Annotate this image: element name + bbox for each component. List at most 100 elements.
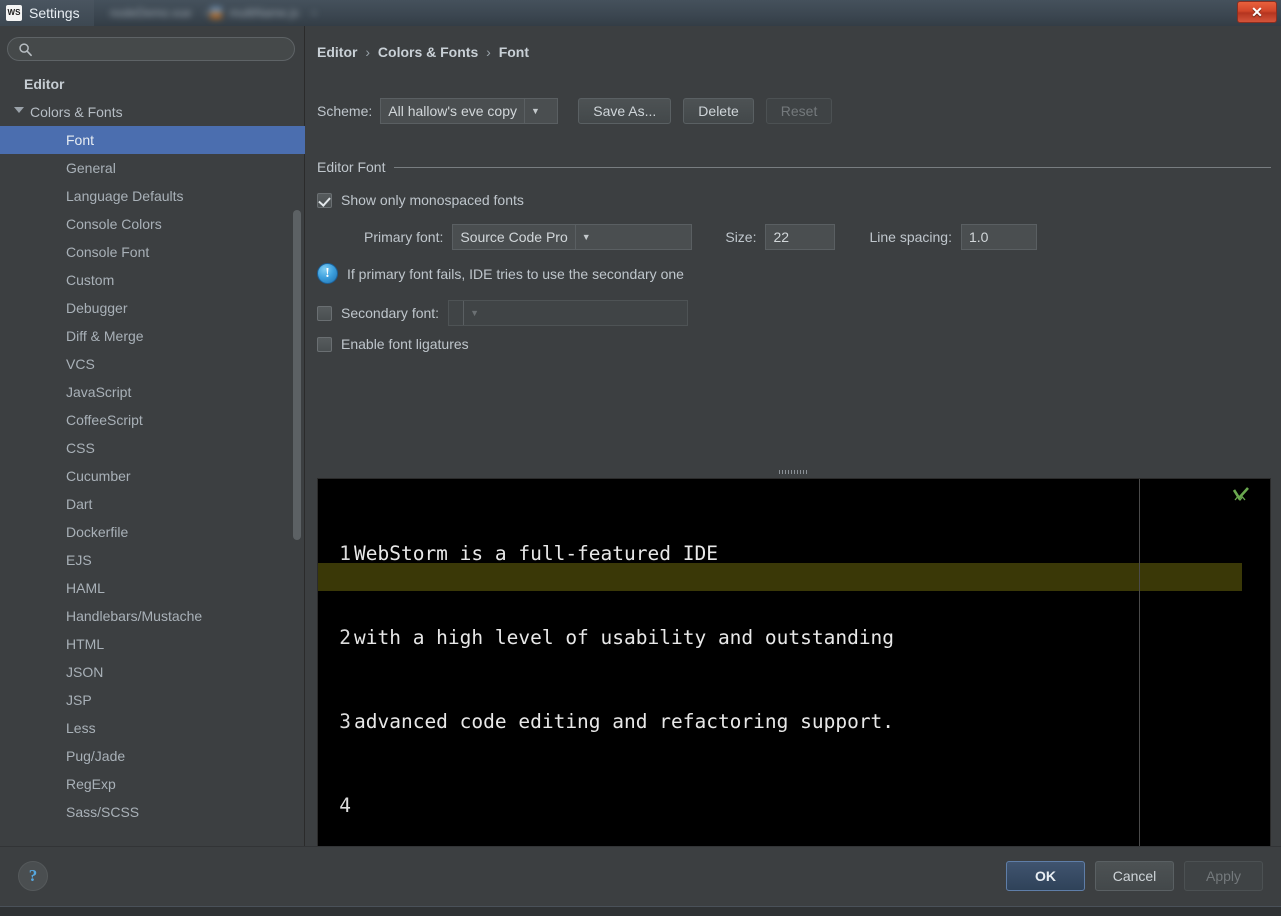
- line-spacing-label: Line spacing:: [869, 229, 952, 245]
- sidebar-item-label: Console Font: [66, 244, 150, 260]
- sidebar-item-handlebars-mustache[interactable]: Handlebars/Mustache: [0, 602, 305, 630]
- reset-button: Reset: [765, 98, 833, 124]
- sidebar-item-colors-and-fonts[interactable]: Colors & Fonts: [0, 98, 305, 126]
- search-input[interactable]: [38, 38, 288, 60]
- scheme-combobox[interactable]: All hallow's eve copy ▼: [380, 98, 559, 124]
- sidebar-item-dockerfile[interactable]: Dockerfile: [0, 518, 305, 546]
- dialog-body: Editor Colors & Fonts Font General Langu…: [0, 26, 1281, 851]
- sidebar-item-vcs[interactable]: VCS: [0, 350, 305, 378]
- close-window-button[interactable]: ✕: [1237, 1, 1277, 23]
- chevron-down-icon: ▼: [463, 301, 486, 325]
- sidebar-item-editor[interactable]: Editor: [0, 70, 305, 98]
- primary-font-value: Source Code Pro: [460, 229, 568, 245]
- sidebar-item-diff-and-merge[interactable]: Diff & Merge: [0, 322, 305, 350]
- primary-font-label: Primary font:: [364, 229, 444, 245]
- line-number: 2: [339, 626, 351, 649]
- green-check-icon[interactable]: [1232, 487, 1250, 503]
- preview-code: 1 WebStorm is a full-featured IDE 2 with…: [318, 484, 1270, 850]
- secondary-font-hint-row: ! If primary font fails, IDE tries to us…: [317, 263, 684, 284]
- sidebar-item-pug-jade[interactable]: Pug/Jade: [0, 742, 305, 770]
- sidebar-item-language-defaults[interactable]: Language Defaults: [0, 182, 305, 210]
- secondary-font-row: Secondary font: ▼: [317, 300, 689, 326]
- sidebar-item-haml[interactable]: HAML: [0, 574, 305, 602]
- show-monospaced-checkbox[interactable]: [317, 192, 332, 208]
- secondary-font-value: [449, 301, 463, 325]
- sidebar-item-cucumber[interactable]: Cucumber: [0, 462, 305, 490]
- apply-button: Apply: [1184, 861, 1263, 891]
- sidebar-item-html[interactable]: HTML: [0, 630, 305, 658]
- primary-font-combobox[interactable]: Source Code Pro ▼: [452, 224, 693, 250]
- background-tab: multiName.js ×: [210, 3, 317, 23]
- sidebar-item-debugger[interactable]: Debugger: [0, 294, 305, 322]
- settings-dialog: nodeDemo.vue × multiName.js × WS Setting…: [0, 0, 1281, 916]
- sidebar-item-less[interactable]: Less: [0, 714, 305, 742]
- sidebar-item-label: VCS: [66, 356, 95, 372]
- size-label: Size:: [725, 229, 757, 245]
- sidebar-scrollbar-thumb[interactable]: [293, 210, 301, 540]
- sidebar-scrollbar[interactable]: [293, 70, 301, 846]
- sidebar-item-label: Custom: [66, 272, 115, 288]
- chevron-down-icon[interactable]: [14, 107, 24, 113]
- line-spacing-input[interactable]: 1.0: [961, 224, 1037, 250]
- line-number: 1: [339, 542, 351, 565]
- group-divider: [394, 166, 1271, 168]
- js-file-icon: [210, 7, 222, 19]
- background-tab-close-icon: ×: [311, 8, 318, 20]
- sidebar-item-general[interactable]: General: [0, 154, 305, 182]
- editor-font-group-title: Editor Font: [317, 159, 386, 175]
- sidebar-item-jsp[interactable]: JSP: [0, 686, 305, 714]
- settings-sidebar: Editor Colors & Fonts Font General Langu…: [0, 26, 305, 846]
- chevron-down-icon[interactable]: ▼: [574, 225, 597, 249]
- line-number: 3: [339, 710, 351, 733]
- enable-ligatures-checkbox[interactable]: [317, 336, 332, 352]
- sidebar-item-dart[interactable]: Dart: [0, 490, 305, 518]
- line-text: advanced code editing and refactoring su…: [354, 710, 895, 733]
- footer-button-group: OK Cancel Apply: [1006, 861, 1263, 891]
- save-as-button[interactable]: Save As...: [578, 98, 672, 124]
- search-box[interactable]: [7, 37, 295, 61]
- sidebar-item-regexp[interactable]: RegExp: [0, 770, 305, 798]
- preview-line: 4: [318, 792, 1270, 820]
- sidebar-item-label: RegExp: [66, 776, 116, 792]
- sidebar-item-console-font[interactable]: Console Font: [0, 238, 305, 266]
- background-editor-tabs: nodeDemo.vue × multiName.js ×: [0, 0, 1281, 26]
- line-number: 4: [339, 794, 351, 817]
- secondary-font-combobox: ▼: [448, 300, 689, 326]
- sidebar-item-label: Dart: [66, 496, 93, 512]
- sidebar-item-json[interactable]: JSON: [0, 658, 305, 686]
- sidebar-item-font[interactable]: Font: [0, 126, 305, 154]
- secondary-font-checkbox[interactable]: [317, 305, 332, 321]
- help-button[interactable]: ?: [18, 861, 48, 891]
- sidebar-item-javascript[interactable]: JavaScript: [0, 378, 305, 406]
- settings-tree[interactable]: Editor Colors & Fonts Font General Langu…: [0, 70, 305, 846]
- cancel-button[interactable]: Cancel: [1095, 861, 1174, 891]
- window-bottom-edge: [0, 906, 1281, 916]
- title-bar: nodeDemo.vue × multiName.js × WS Setting…: [0, 0, 1281, 26]
- font-size-input[interactable]: 22: [765, 224, 836, 250]
- sidebar-item-label: Colors & Fonts: [30, 104, 123, 120]
- sidebar-item-coffeescript[interactable]: CoffeeScript: [0, 406, 305, 434]
- sidebar-item-label: Handlebars/Mustache: [66, 608, 203, 624]
- ligatures-row: Enable font ligatures: [317, 336, 469, 352]
- search-container: [7, 37, 295, 61]
- sidebar-item-css[interactable]: CSS: [0, 434, 305, 462]
- breadcrumb-part-colors-fonts[interactable]: Colors & Fonts: [378, 44, 478, 60]
- delete-button[interactable]: Delete: [683, 98, 754, 124]
- ok-button[interactable]: OK: [1006, 861, 1085, 891]
- font-preview-pane[interactable]: 1 WebStorm is a full-featured IDE 2 with…: [317, 478, 1271, 851]
- splitter-grip-icon[interactable]: [779, 470, 809, 474]
- sidebar-item-custom[interactable]: Custom: [0, 266, 305, 294]
- enable-ligatures-label: Enable font ligatures: [341, 336, 469, 352]
- sidebar-item-console-colors[interactable]: Console Colors: [0, 210, 305, 238]
- preview-line: 1 WebStorm is a full-featured IDE: [318, 540, 1270, 568]
- sidebar-item-sass-scss[interactable]: Sass/SCSS: [0, 798, 305, 826]
- sidebar-item-ejs[interactable]: EJS: [0, 546, 305, 574]
- breadcrumb-separator: ›: [365, 44, 371, 60]
- breadcrumb-part-editor[interactable]: Editor: [317, 44, 357, 60]
- chevron-down-icon[interactable]: ▼: [523, 99, 546, 123]
- sidebar-item-label: CSS: [66, 440, 95, 456]
- sidebar-item-label: Debugger: [66, 300, 128, 316]
- settings-content-pane: Editor › Colors & Fonts › Font Scheme: A…: [306, 26, 1281, 851]
- sidebar-item-label: Pug/Jade: [66, 748, 126, 764]
- preview-splitter[interactable]: [317, 466, 1271, 478]
